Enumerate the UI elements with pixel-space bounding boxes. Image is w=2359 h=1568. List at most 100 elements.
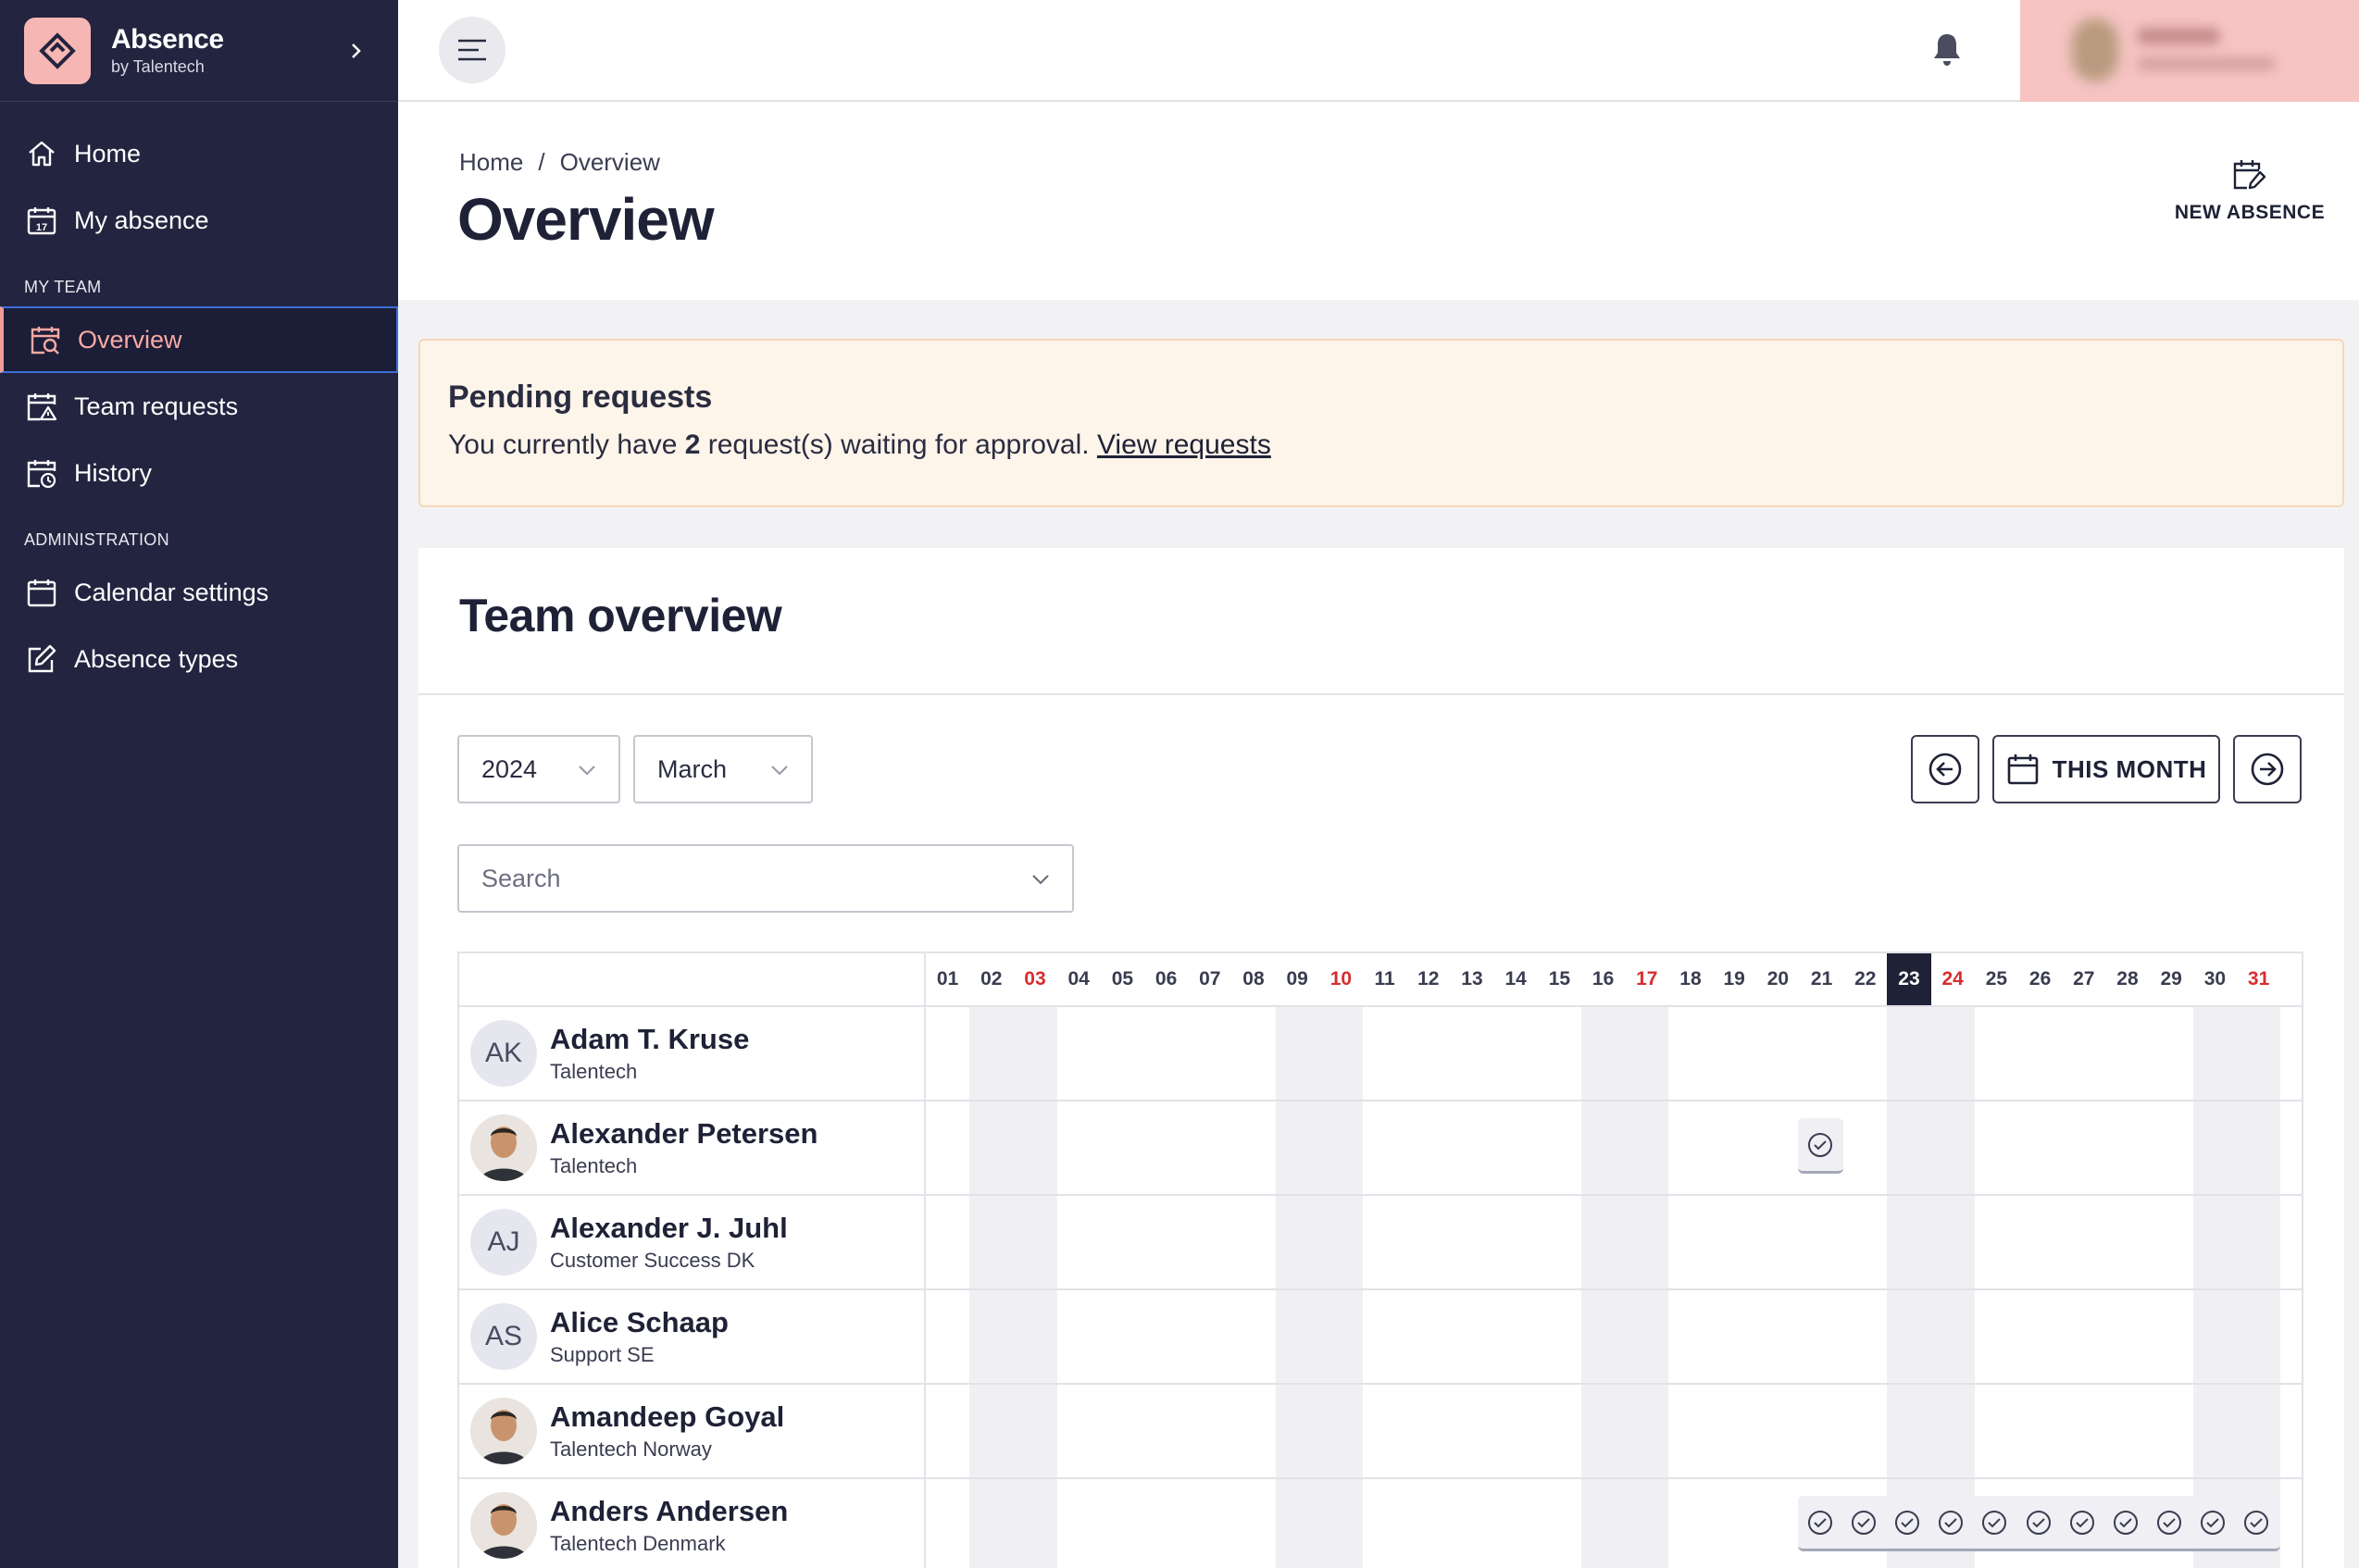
chevron-right-icon[interactable]	[337, 32, 374, 69]
avatar	[470, 1398, 537, 1464]
sidebar-item-calendar-settings[interactable]: Calendar settings	[0, 559, 398, 626]
person-name[interactable]: Alexander Petersen	[550, 1117, 818, 1151]
year-value: 2024	[481, 754, 538, 783]
person-organization: Support SE	[550, 1343, 655, 1366]
arrow-left-circle-icon	[1928, 752, 1963, 787]
day-header: 11	[1374, 968, 1395, 989]
breadcrumb: Home / Overview	[459, 148, 660, 177]
day-header: 07	[1199, 968, 1221, 989]
check-circle-icon	[1841, 1508, 1885, 1537]
day-header: 25	[1985, 968, 2008, 989]
pending-text-before: You currently have	[448, 429, 685, 460]
search-select[interactable]: Search	[457, 844, 1074, 913]
table-row[interactable]: AS Alice Schaap Support SE	[470, 1290, 729, 1383]
table-row[interactable]: AJ Alexander J. Juhl Customer Success DK	[470, 1196, 788, 1288]
weekend-column	[1887, 1007, 1931, 1568]
day-header: 26	[2028, 968, 2052, 989]
brand[interactable]: Absence by Talentech	[0, 0, 398, 102]
person-organization: Customer Success DK	[550, 1249, 755, 1272]
person-name[interactable]: Alexander J. Juhl	[550, 1212, 788, 1245]
year-select[interactable]: 2024	[457, 735, 620, 803]
day-header: 14	[1504, 968, 1527, 989]
avatar: AS	[470, 1303, 537, 1370]
sidebar: Absence by Talentech Home 17 My absence …	[0, 0, 398, 1568]
hamburger-menu-button[interactable]	[439, 17, 506, 83]
brand-name: Absence	[111, 24, 224, 55]
day-header: 16	[1591, 968, 1615, 989]
breadcrumb-home-link[interactable]: Home	[459, 148, 523, 177]
page-title: Overview	[457, 186, 715, 253]
menu-icon	[456, 38, 488, 62]
day-header-today: 23	[1887, 953, 1931, 1005]
day-header: 22	[1854, 968, 1877, 989]
day-header: 24	[1941, 968, 1964, 989]
sidebar-item-overview[interactable]: Overview	[0, 306, 398, 373]
check-circle-icon	[1973, 1508, 2016, 1537]
table-row[interactable]: AK Adam T. Kruse Talentech	[470, 1007, 749, 1100]
check-circle-icon	[1798, 1130, 1841, 1160]
person-name[interactable]: Amandeep Goyal	[550, 1400, 784, 1434]
page-header: Home / Overview Overview NEW ABSENCE	[398, 102, 2359, 300]
edit-icon	[24, 641, 59, 677]
pending-title: Pending requests	[448, 380, 713, 415]
approved-absence-block[interactable]	[1798, 1118, 1844, 1174]
day-header: 30	[2203, 968, 2227, 989]
view-requests-link[interactable]: View requests	[1097, 429, 1271, 460]
section-administration: ADMINISTRATION	[24, 530, 169, 549]
avatar	[470, 1114, 537, 1181]
breadcrumb-separator: /	[538, 148, 545, 176]
user-menu[interactable]	[2020, 0, 2359, 102]
month-select[interactable]: March	[633, 735, 813, 803]
day-header: 04	[1067, 968, 1090, 989]
approved-absence-block[interactable]	[1798, 1496, 2281, 1551]
sidebar-item-history[interactable]: History	[0, 440, 398, 506]
person-name[interactable]: Anders Andersen	[550, 1495, 788, 1528]
calendar-edit-icon	[2139, 157, 2359, 193]
day-header: 31	[2247, 968, 2270, 989]
new-absence-button[interactable]: NEW ABSENCE	[2139, 157, 2359, 224]
calendar-clock-icon	[24, 455, 59, 491]
check-circle-icon	[2016, 1508, 2060, 1537]
table-row[interactable]: Alexander Petersen Talentech	[470, 1101, 818, 1194]
weekend-column	[2237, 1007, 2281, 1568]
table-row[interactable]: Anders Andersen Talentech Denmark	[470, 1479, 788, 1568]
day-header: 28	[2116, 968, 2139, 989]
topbar	[398, 0, 2359, 102]
team-overview-title: Team overview	[459, 590, 782, 641]
calendar-search-icon	[28, 322, 63, 357]
day-header: 17	[1636, 968, 1658, 989]
calendar-icon	[24, 575, 59, 610]
previous-month-button[interactable]	[1911, 735, 1979, 803]
check-circle-icon	[1798, 1508, 1841, 1537]
next-month-button[interactable]	[2233, 735, 2302, 803]
person-organization: Talentech	[550, 1060, 638, 1083]
person-name[interactable]: Adam T. Kruse	[550, 1023, 749, 1056]
arrow-right-circle-icon	[2250, 752, 2285, 787]
check-circle-icon	[2191, 1508, 2235, 1537]
day-header: 15	[1548, 968, 1571, 989]
sidebar-item-label: My absence	[74, 205, 209, 234]
search-placeholder: Search	[481, 864, 561, 892]
month-value: March	[657, 754, 728, 783]
sidebar-item-home[interactable]: Home	[0, 120, 398, 187]
sidebar-item-label: Home	[74, 139, 142, 168]
absence-logo-icon	[24, 17, 91, 84]
chevron-down-icon	[1030, 868, 1052, 897]
day-header: 02	[980, 968, 1003, 989]
sidebar-item-my-absence[interactable]: 17 My absence	[0, 187, 398, 254]
day-header: 05	[1111, 968, 1134, 989]
weekend-column	[1275, 1007, 1319, 1568]
person-name[interactable]: Alice Schaap	[550, 1306, 729, 1339]
table-row[interactable]: Amandeep Goyal Talentech Norway	[470, 1385, 784, 1477]
weekend-column	[2192, 1007, 2237, 1568]
calendar-icon	[2006, 753, 2040, 786]
sidebar-item-absence-types[interactable]: Absence types	[0, 626, 398, 692]
sidebar-item-team-requests[interactable]: Team requests	[0, 373, 398, 440]
notification-bell-icon[interactable]	[1926, 28, 1968, 70]
weekend-column	[1013, 1007, 1057, 1568]
day-header: 12	[1417, 968, 1440, 989]
sidebar-item-label: History	[74, 458, 153, 487]
this-month-button[interactable]: THIS MONTH	[1992, 735, 2220, 803]
pending-text-after: request(s) waiting for approval.	[700, 429, 1097, 460]
team-overview-card: Team overview 2024 March Search THIS MON…	[418, 548, 2344, 1568]
